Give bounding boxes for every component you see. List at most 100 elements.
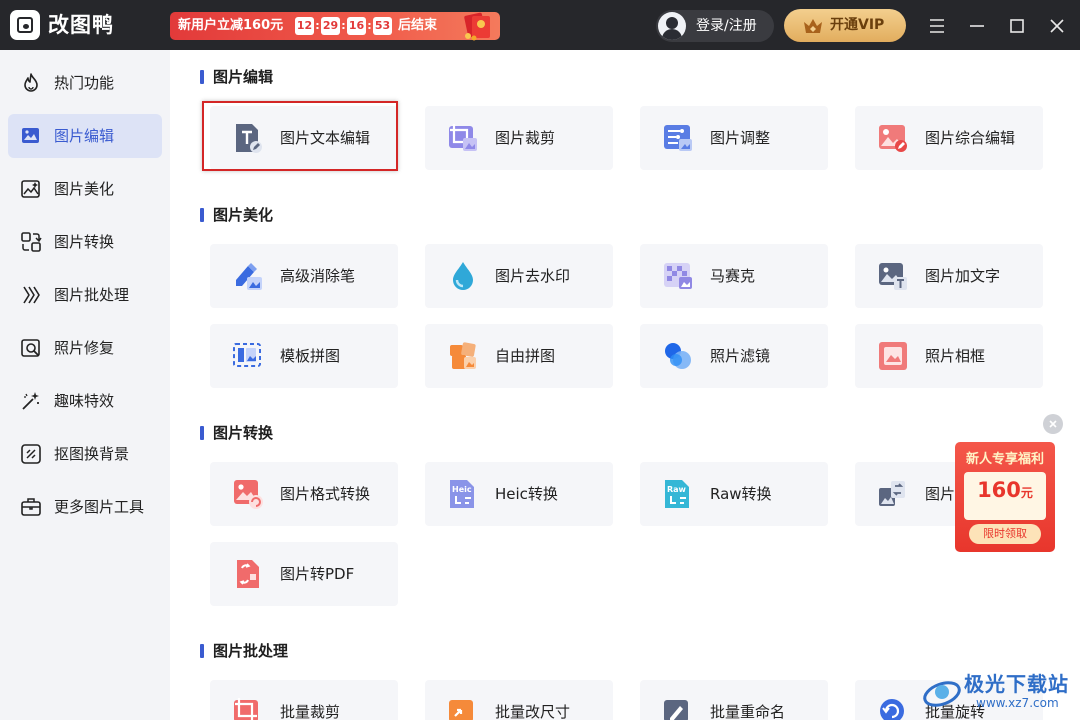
card-label: 图片调整 (710, 129, 771, 147)
card-advanced-eraser[interactable]: 高级消除笔 (210, 244, 398, 308)
countdown-timer: 12:29:16:53 (295, 17, 392, 35)
newcomer-ad[interactable]: 新人专享福利 160元 限时领取 (955, 442, 1055, 552)
card-image-crop[interactable]: 图片裁剪 (425, 106, 613, 170)
card-batch-crop[interactable]: 批量裁剪 (210, 680, 398, 720)
card-label: 批量改尺寸 (495, 703, 571, 720)
batch-rename-icon (664, 700, 688, 720)
sidebar-item-label: 图片批处理 (54, 286, 130, 304)
card-batch-rename[interactable]: 批量重命名 (640, 680, 828, 720)
card-free-collage[interactable]: 自由拼图 (425, 324, 613, 388)
card-remove-watermark[interactable]: 图片去水印 (425, 244, 613, 308)
eraser-pen-icon (236, 263, 262, 290)
sidebar-item-label: 趣味特效 (54, 392, 115, 410)
timer-minutes: 29 (321, 17, 340, 35)
card-label: 图片去水印 (495, 267, 571, 285)
login-label: 登录/注册 (696, 18, 757, 34)
crop-icon (449, 124, 477, 151)
promo-banner[interactable]: 新用户立减160元 12:29:16:53 后结束 (170, 12, 500, 41)
sidebar-item-label: 抠图换背景 (54, 445, 130, 463)
svg-text:Heic: Heic (452, 485, 472, 494)
pdf-convert-icon (237, 560, 259, 588)
ad-close-button[interactable] (1043, 414, 1063, 434)
maximize-icon[interactable] (1004, 13, 1030, 39)
card-label: Heic转换 (495, 485, 558, 503)
photo-frame-icon (879, 342, 907, 370)
section-title-image-edit: 图片编辑 (200, 67, 273, 87)
watermark-logo-icon (923, 681, 961, 707)
vip-label: 开通VIP (830, 17, 885, 33)
watermark-text: 极光下载站 (964, 672, 1069, 696)
card-label: 图片综合编辑 (925, 129, 1016, 147)
adjust-icon (664, 125, 692, 151)
card-format-convert[interactable]: 图片格式转换 (210, 462, 398, 526)
sidebar-item-image-convert[interactable]: 图片转换 (8, 220, 162, 264)
card-image-to-pdf[interactable]: 图片转PDF (210, 542, 398, 606)
card-photo-filter[interactable]: 照片滤镜 (640, 324, 828, 388)
mosaic-icon (664, 263, 692, 289)
template-collage-icon (233, 343, 261, 367)
ad-amount: 160元 (964, 478, 1046, 502)
card-batch-resize[interactable]: 批量改尺寸 (425, 680, 613, 720)
sidebar-item-image-edit[interactable]: 图片编辑 (8, 114, 162, 158)
ad-amount-value: 160 (977, 478, 1021, 502)
card-photo-frame[interactable]: 照片相框 (855, 324, 1043, 388)
close-icon (1049, 420, 1057, 428)
card-label: 图片转PDF (280, 565, 355, 583)
card-mosaic[interactable]: 马赛克 (640, 244, 828, 308)
convert-icon (21, 232, 42, 252)
app-name: 改图鸭 (48, 13, 114, 37)
watermark: 极光下载站 www.xz7.com (918, 664, 1080, 720)
format-convert-icon (234, 480, 263, 509)
card-template-collage[interactable]: 模板拼图 (210, 324, 398, 388)
timer-hours: 12 (295, 17, 314, 35)
image-edit-icon (22, 128, 39, 143)
sidebar-item-label: 图片转换 (54, 233, 115, 251)
sidebar-item-label: 热门功能 (54, 74, 115, 92)
sidebar-item-label: 更多图片工具 (54, 498, 145, 516)
ad-coupon: 160元 (964, 472, 1046, 520)
card-label: 自由拼图 (495, 347, 556, 365)
sidebar-item-batch[interactable]: 图片批处理 (8, 273, 162, 317)
card-heic-convert[interactable]: Heic Heic转换 (425, 462, 613, 526)
free-collage-icon (450, 342, 476, 369)
section-title-image-convert: 图片转换 (200, 423, 273, 443)
ad-amount-unit: 元 (1020, 486, 1033, 500)
raw-file-icon: Raw (665, 480, 689, 508)
card-label: 照片相框 (925, 347, 986, 365)
app-logo-icon (10, 10, 40, 40)
sidebar-item-hot[interactable]: 热门功能 (8, 61, 162, 105)
red-envelope-icon (464, 12, 490, 41)
card-label: 模板拼图 (280, 347, 341, 365)
section-title-image-beautify: 图片美化 (200, 205, 273, 225)
batch-crop-icon (234, 698, 258, 720)
card-image-adjust[interactable]: 图片调整 (640, 106, 828, 170)
svg-text:Raw: Raw (667, 485, 687, 494)
minimize-icon[interactable] (964, 13, 990, 39)
image-beautify-icon (21, 180, 40, 198)
toolbox-icon (21, 498, 41, 516)
sidebar-item-fun-effects[interactable]: 趣味特效 (8, 379, 162, 423)
ad-claim-button[interactable]: 限时领取 (969, 524, 1041, 544)
close-icon[interactable] (1044, 13, 1070, 39)
card-raw-convert[interactable]: Raw Raw转换 (640, 462, 828, 526)
vip-button[interactable]: 开通VIP (784, 9, 906, 42)
card-image-composite-edit[interactable]: 图片综合编辑 (855, 106, 1043, 170)
magic-wand-icon (22, 392, 39, 410)
watermark-url: www.xz7.com (976, 696, 1059, 710)
sidebar-item-more-tools[interactable]: 更多图片工具 (8, 485, 162, 529)
promo-after-text: 后结束 (398, 18, 438, 33)
sidebar-item-image-beautify[interactable]: 图片美化 (8, 167, 162, 211)
sidebar: 热门功能 图片编辑 图片美化 图片转换 图片批处理 照片修复 趣味特效 抠图换背… (0, 50, 170, 720)
card-add-text[interactable]: 图片加文字 (855, 244, 1043, 308)
avatar-icon (658, 12, 686, 40)
menu-icon[interactable] (924, 13, 950, 39)
cutout-icon (21, 444, 41, 464)
sidebar-item-photo-repair[interactable]: 照片修复 (8, 326, 162, 370)
water-drop-icon (453, 262, 473, 290)
batch-resize-icon (449, 700, 473, 720)
ad-title: 新人专享福利 (965, 452, 1044, 467)
sidebar-item-cutout[interactable]: 抠图换背景 (8, 432, 162, 476)
card-label: 图片裁剪 (495, 129, 556, 147)
card-label: 高级消除笔 (280, 267, 356, 285)
login-button[interactable]: 登录/注册 (656, 10, 774, 42)
